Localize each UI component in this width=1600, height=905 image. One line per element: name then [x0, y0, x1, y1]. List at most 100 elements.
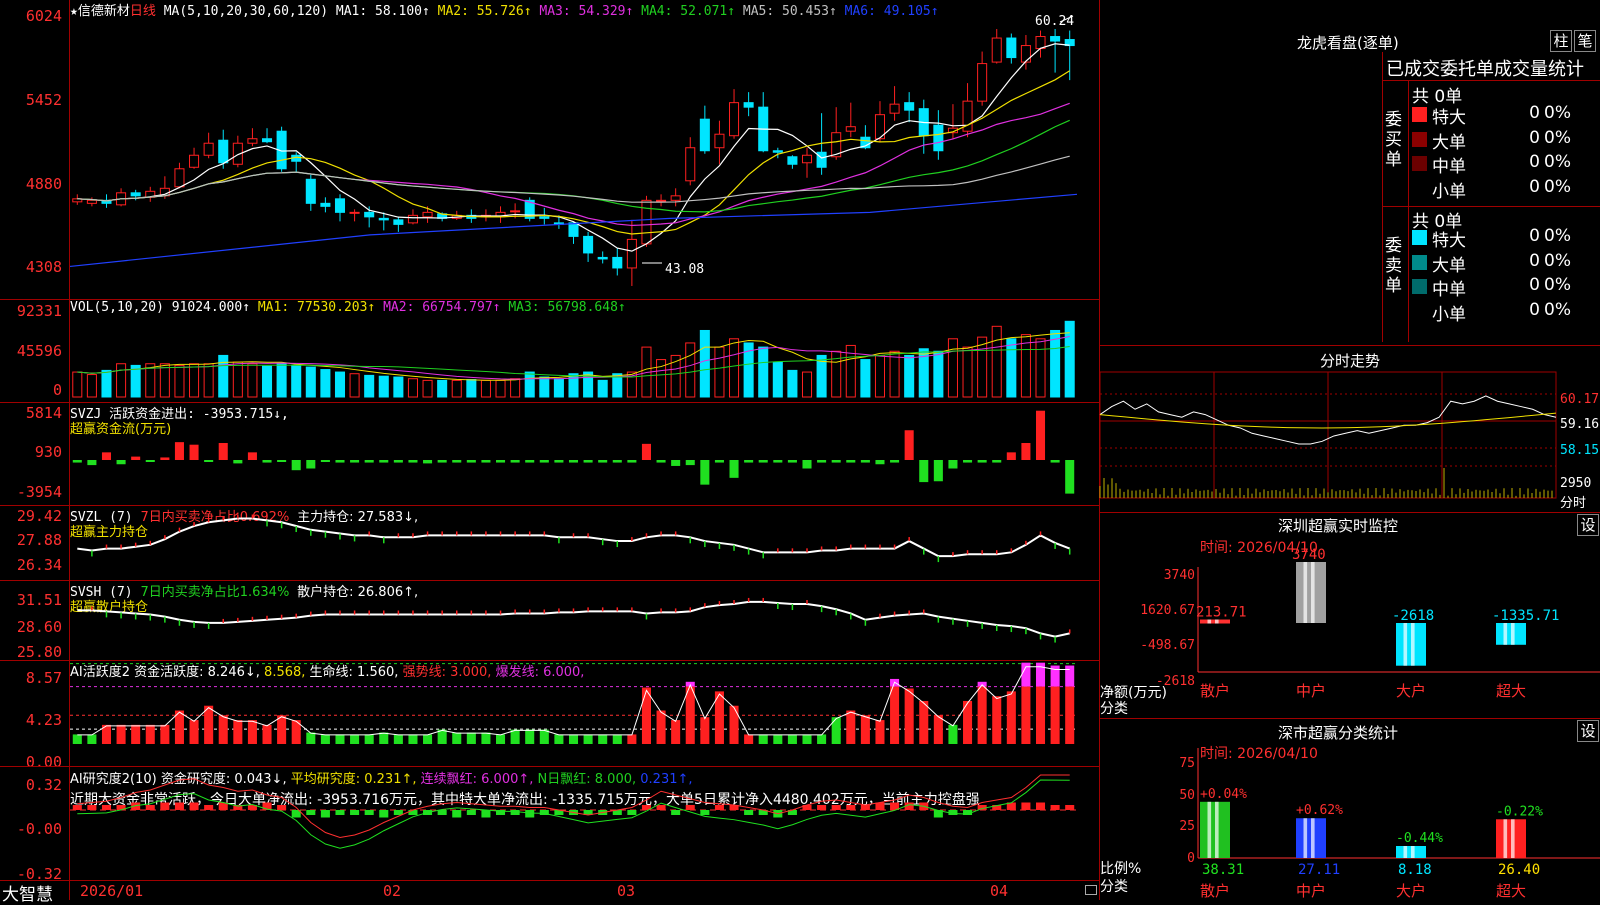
volume-bar [466, 379, 477, 398]
ai-bar [1050, 686, 1060, 744]
candle-body [699, 118, 710, 152]
volume-bar [539, 376, 550, 398]
ai-research-bar [1050, 805, 1060, 810]
ai-bar [890, 686, 900, 744]
svzj-bar [1006, 452, 1016, 460]
ai-research-bar [860, 805, 870, 810]
ai-bar [1006, 691, 1016, 744]
svzj-axis-label: 930 [34, 443, 62, 461]
svzj-bar [860, 460, 870, 463]
candle-body [320, 202, 331, 207]
fenshi-axis-label: 60.17 [1560, 392, 1600, 407]
candle-body [787, 156, 798, 165]
lhb-title: 龙虎看盘(逐单) [1297, 34, 1399, 52]
fenshi-svg[interactable] [1099, 371, 1600, 512]
svzj-svg [72, 410, 1075, 494]
svzj-bar [992, 460, 1002, 463]
candle-body [334, 198, 346, 213]
ai-research-bar [831, 805, 841, 810]
svzj-bar [379, 460, 389, 463]
svzj-bar [758, 460, 768, 463]
buy-row-n: 0 [1529, 176, 1540, 197]
svzj-bar [452, 460, 462, 463]
lock-icon[interactable] [1085, 885, 1097, 895]
monitor-bar-name: 大户 [1396, 682, 1426, 700]
sell-row-name: 中单 [1432, 280, 1466, 300]
ai-research-bar [1021, 802, 1031, 810]
lhb-divider [1382, 80, 1600, 81]
ai-research-bar [700, 810, 710, 815]
monitor-bar-shine [1403, 623, 1408, 666]
low-price-annotation: 43.08 [665, 262, 705, 277]
left-axis-divider [69, 0, 70, 900]
ai-bar [116, 724, 126, 744]
panel-divider [0, 880, 1099, 881]
candle-body [772, 150, 783, 153]
monitor-bar-shine [1311, 562, 1315, 623]
bar-view-button[interactable]: 柱 [1550, 30, 1572, 52]
volume-bar [72, 371, 83, 398]
ai-bar [568, 734, 579, 744]
volume-bar [568, 373, 579, 398]
ai-research-bar [379, 810, 389, 818]
ai-research-bar [671, 810, 681, 815]
candle-body [729, 102, 740, 137]
lhb-tab[interactable]: 已成交委托单成交量统计 [1386, 55, 1584, 81]
volume-bar [203, 363, 214, 398]
ai-bar [466, 732, 476, 744]
ai-bar [875, 720, 885, 744]
stat-bar-shine [1403, 846, 1408, 858]
volume-bar [933, 350, 944, 398]
kline-svg[interactable] [69, 0, 1078, 295]
buy-order-title: 委买单 [1385, 110, 1402, 170]
ai-research-bar [656, 805, 666, 810]
ai-bar [1035, 686, 1046, 744]
svzj-bar [525, 460, 535, 463]
volume-bar [174, 364, 185, 398]
candle-body [612, 256, 623, 269]
fenshi-top [1100, 345, 1600, 346]
ai-research-bar [174, 802, 184, 810]
svzj-bar [890, 460, 900, 463]
volume-bar [451, 379, 462, 398]
candle-body [261, 138, 273, 143]
ai-research-bar [306, 810, 316, 815]
ai-bar [72, 734, 82, 744]
candle-body [626, 238, 637, 269]
svzj-bar [204, 460, 214, 462]
svzj-bar [685, 460, 695, 466]
svzj-bar [933, 460, 943, 482]
candle-body [904, 102, 915, 111]
ai-research-bar [87, 805, 97, 810]
sell-row-p: 0% [1544, 299, 1571, 320]
svzj-bar [904, 430, 914, 460]
ai-bar [773, 734, 783, 744]
volume-bar [1035, 338, 1046, 398]
monitor-bar-name: 中户 [1296, 682, 1326, 700]
stat-bar [1200, 801, 1230, 858]
vol-axis-label: 45596 [16, 342, 62, 360]
sell-row-n: 0 [1529, 226, 1540, 246]
svzj-bar [174, 442, 184, 460]
tick-view-button[interactable]: 笔 [1574, 30, 1596, 52]
candle-body [714, 133, 725, 149]
stat-bar-value: 8.18 [1398, 862, 1432, 878]
ai-bar [481, 732, 491, 744]
monitor-bar-shine [1503, 623, 1508, 645]
svzj-bar [320, 460, 330, 462]
ai-research-bar [627, 810, 637, 815]
volume-bar [947, 338, 958, 398]
monitor-svg: 213.71 散户 3740 中户 -2618 大户 -1335.71 超大 [1196, 547, 1600, 700]
candle-body [218, 139, 229, 164]
vol-axis-label: 0 [52, 381, 62, 399]
panel-divider [0, 402, 1099, 403]
volume-bar [699, 329, 710, 398]
candle-body [845, 126, 856, 132]
candle-body [407, 214, 418, 224]
monitor-bar-value: 3740 [1292, 547, 1326, 563]
volume-bar [1006, 338, 1017, 398]
kline-chart-area[interactable]: ★信德新材日线 MA(5,10,20,30,60,120) MA1: 58.10… [0, 0, 1097, 905]
candle-body [1020, 45, 1031, 63]
ai-bar [656, 710, 666, 744]
ai-research-bar [393, 810, 403, 815]
